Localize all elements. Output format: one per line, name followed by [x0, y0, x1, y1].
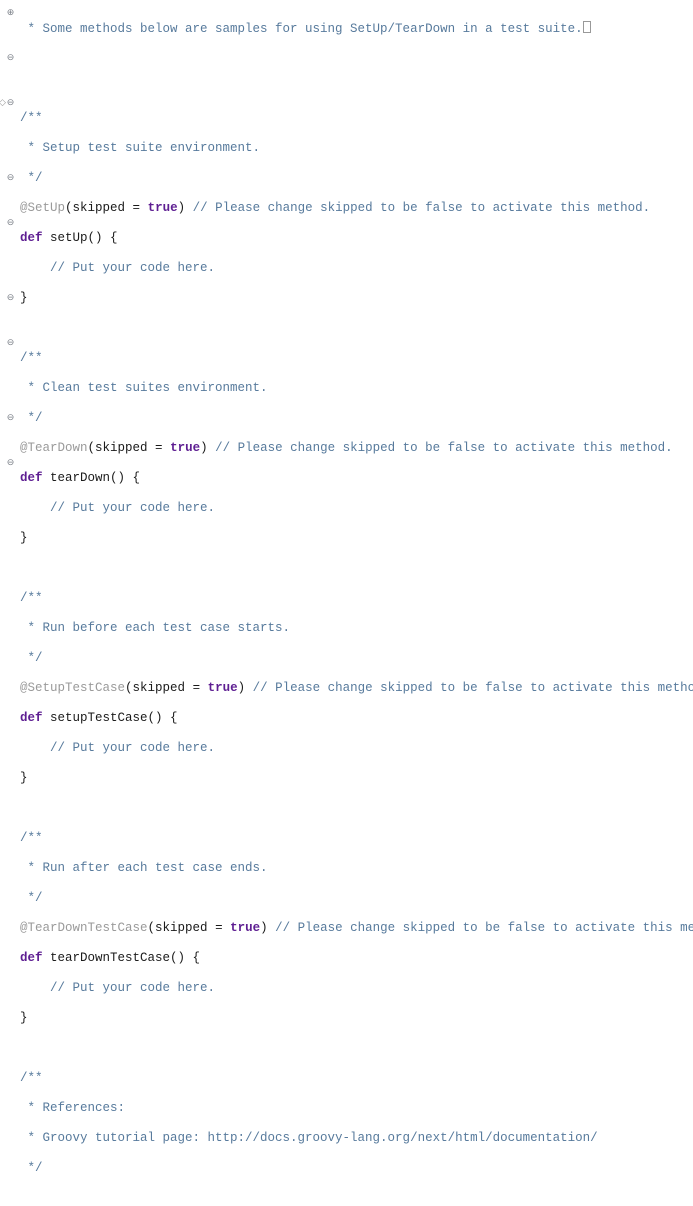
code-editor[interactable]: * Some methods below are samples for usi… — [0, 0, 693, 615]
bool-literal: true — [170, 441, 200, 455]
paren: ( — [125, 681, 133, 695]
jdoc-line: * Run after each test case ends. — [20, 861, 268, 875]
paren: ) — [238, 681, 246, 695]
caret-icon — [583, 21, 591, 33]
equals: = — [208, 921, 231, 935]
comment-text: // Put your code here. — [20, 741, 215, 755]
jdoc-open: /** — [20, 831, 43, 845]
comment-text: // Please change skipped to be false to … — [208, 441, 673, 455]
paren: ( — [65, 201, 73, 215]
collapse-icon[interactable] — [6, 339, 15, 348]
paren: ( — [88, 441, 96, 455]
brace-close: } — [20, 291, 28, 305]
method-signature: setupTestCase() { — [43, 711, 178, 725]
jdoc-close: */ — [20, 891, 43, 905]
paren: ) — [200, 441, 208, 455]
annotation: @SetUp — [20, 201, 65, 215]
keyword-def: def — [20, 951, 43, 965]
method-signature: tearDown() { — [43, 471, 141, 485]
collapse-icon[interactable] — [6, 174, 15, 183]
paren: ) — [178, 201, 186, 215]
comment-text: * Some methods below are samples for usi… — [20, 22, 583, 36]
collapse-icon[interactable] — [6, 294, 15, 303]
collapse-icon[interactable] — [6, 219, 15, 228]
keyword-def: def — [20, 711, 43, 725]
comment-text: // Put your code here. — [20, 261, 215, 275]
comment-text: // Put your code here. — [20, 501, 215, 515]
paren: ) — [260, 921, 268, 935]
jdoc-close: */ — [20, 651, 43, 665]
bool-literal: true — [148, 201, 178, 215]
jdoc-close: */ — [20, 171, 43, 185]
method-signature: setUp() { — [43, 231, 118, 245]
jdoc-line: * References: — [20, 1101, 125, 1115]
annotation: @TearDownTestCase — [20, 921, 148, 935]
jdoc-line: * Setup test suite environment. — [20, 141, 260, 155]
jdoc-close: */ — [20, 411, 43, 425]
jdoc-line: * Clean test suites environment. — [20, 381, 268, 395]
param-name: skipped — [73, 201, 126, 215]
collapse-icon[interactable] — [6, 99, 15, 108]
brace-close: } — [20, 531, 28, 545]
collapse-icon[interactable] — [6, 54, 15, 63]
equals: = — [125, 201, 148, 215]
comment-text: // Please change skipped to be false to … — [245, 681, 693, 695]
jdoc-line: * Groovy tutorial page: http://docs.groo… — [20, 1131, 598, 1145]
expand-icon[interactable] — [6, 9, 15, 18]
paren: ( — [148, 921, 156, 935]
equals: = — [185, 681, 208, 695]
jdoc-open: /** — [20, 1071, 43, 1085]
param-name: skipped — [133, 681, 186, 695]
param-name: skipped — [155, 921, 208, 935]
brace-close: } — [20, 771, 28, 785]
code-area[interactable]: * Some methods below are samples for usi… — [20, 0, 693, 615]
comment-text: // Put your code here. — [20, 981, 215, 995]
brace-close: } — [20, 1011, 28, 1025]
keyword-def: def — [20, 471, 43, 485]
comment-text: // Please change skipped to be false to … — [185, 201, 650, 215]
annotation: @TearDown — [20, 441, 88, 455]
jdoc-line: * Run before each test case starts. — [20, 621, 290, 635]
jdoc-open: /** — [20, 591, 43, 605]
bool-literal: true — [230, 921, 260, 935]
annotation: @SetupTestCase — [20, 681, 125, 695]
jdoc-open: /** — [20, 351, 43, 365]
jdoc-open: /** — [20, 111, 43, 125]
jdoc-close: */ — [20, 1161, 43, 1175]
keyword-def: def — [20, 231, 43, 245]
fold-gutter — [0, 0, 20, 615]
comment-text: // Please change skipped to be false to … — [268, 921, 693, 935]
collapse-icon[interactable] — [6, 459, 15, 468]
method-signature: tearDownTestCase() { — [43, 951, 201, 965]
equals: = — [148, 441, 171, 455]
collapse-icon[interactable] — [6, 414, 15, 423]
param-name: skipped — [95, 441, 148, 455]
bool-literal: true — [208, 681, 238, 695]
